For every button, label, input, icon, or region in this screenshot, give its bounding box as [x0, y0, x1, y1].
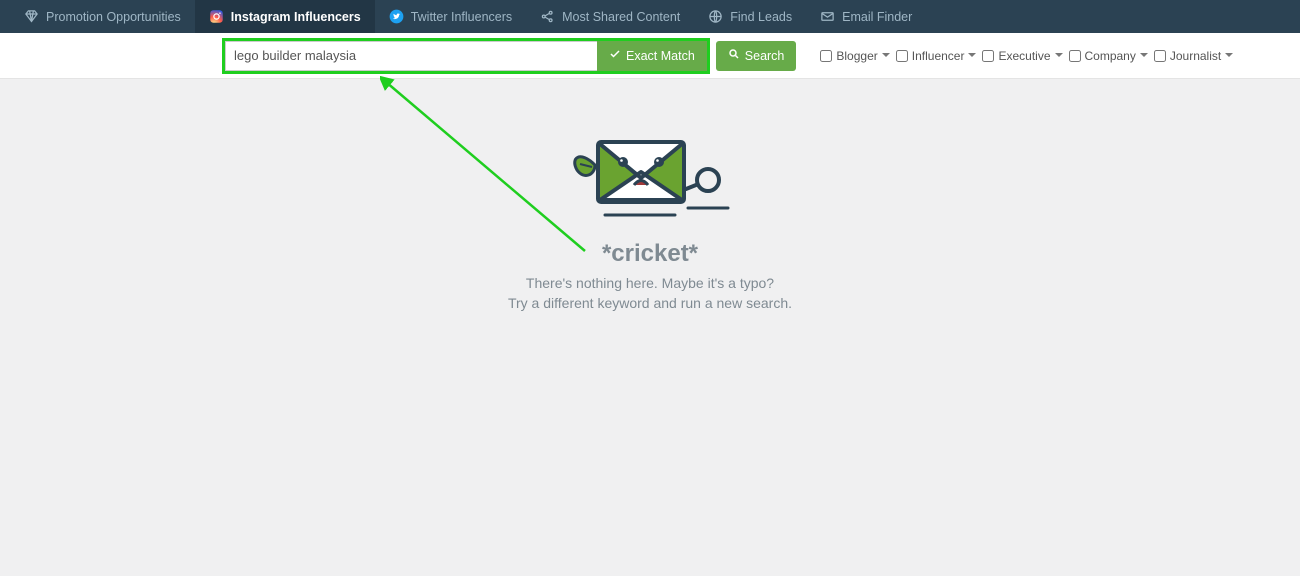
empty-state: *cricket* There's nothing here. Maybe it…: [0, 130, 1300, 313]
filter-journalist[interactable]: Journalist: [1154, 49, 1233, 63]
caret-down-icon: [882, 53, 890, 61]
caret-down-icon: [1140, 53, 1148, 61]
search-icon: [728, 48, 740, 63]
empty-title: *cricket*: [0, 240, 1300, 268]
filter-checkbox[interactable]: [982, 50, 994, 62]
filter-label: Company: [1085, 49, 1136, 63]
diamond-icon: [24, 9, 39, 24]
main-nav: Promotion Opportunities Instagram Influe…: [0, 0, 1300, 33]
nav-tab-email-finder[interactable]: Email Finder: [806, 0, 926, 33]
globe-icon: [708, 9, 723, 24]
caret-down-icon: [968, 53, 976, 61]
filter-executive[interactable]: Executive: [982, 49, 1062, 63]
caret-down-icon: [1225, 53, 1233, 61]
filter-influencer[interactable]: Influencer: [896, 49, 977, 63]
nav-tab-promotion[interactable]: Promotion Opportunities: [10, 0, 195, 33]
filter-blogger[interactable]: Blogger: [820, 49, 889, 63]
search-input[interactable]: [225, 41, 597, 71]
filter-checkbox[interactable]: [896, 50, 908, 62]
check-icon: [609, 48, 621, 63]
exact-match-button[interactable]: Exact Match: [597, 41, 707, 71]
nav-tab-most-shared[interactable]: Most Shared Content: [526, 0, 694, 33]
envelope-icon: [820, 9, 835, 24]
filter-group: Blogger Influencer Executive Company Jou…: [820, 49, 1233, 63]
search-label: Search: [745, 49, 785, 63]
filter-label: Journalist: [1170, 49, 1221, 63]
filter-label: Executive: [998, 49, 1050, 63]
empty-illustration: [550, 130, 750, 225]
filter-label: Blogger: [836, 49, 877, 63]
nav-tab-label: Twitter Influencers: [411, 10, 512, 24]
search-toolbar: Exact Match Search Blogger Influencer Ex…: [0, 33, 1300, 79]
exact-match-label: Exact Match: [626, 49, 695, 63]
filter-checkbox[interactable]: [1069, 50, 1081, 62]
search-highlight-box: Exact Match: [222, 38, 710, 74]
instagram-icon: [209, 9, 224, 24]
nav-tab-label: Email Finder: [842, 10, 912, 24]
nav-tab-instagram[interactable]: Instagram Influencers: [195, 0, 375, 33]
filter-label: Influencer: [912, 49, 965, 63]
nav-tab-twitter[interactable]: Twitter Influencers: [375, 0, 526, 33]
filter-company[interactable]: Company: [1069, 49, 1148, 63]
twitter-icon: [389, 9, 404, 24]
nav-tab-find-leads[interactable]: Find Leads: [694, 0, 806, 33]
search-button[interactable]: Search: [716, 41, 797, 71]
nav-tab-label: Most Shared Content: [562, 10, 680, 24]
share-icon: [540, 9, 555, 24]
empty-line1: There's nothing here. Maybe it's a typo?: [0, 274, 1300, 294]
nav-tab-label: Find Leads: [730, 10, 792, 24]
filter-checkbox[interactable]: [1154, 50, 1166, 62]
empty-line2: Try a different keyword and run a new se…: [0, 294, 1300, 314]
nav-tab-label: Instagram Influencers: [231, 10, 361, 24]
filter-checkbox[interactable]: [820, 50, 832, 62]
nav-tab-label: Promotion Opportunities: [46, 10, 181, 24]
caret-down-icon: [1055, 53, 1063, 61]
